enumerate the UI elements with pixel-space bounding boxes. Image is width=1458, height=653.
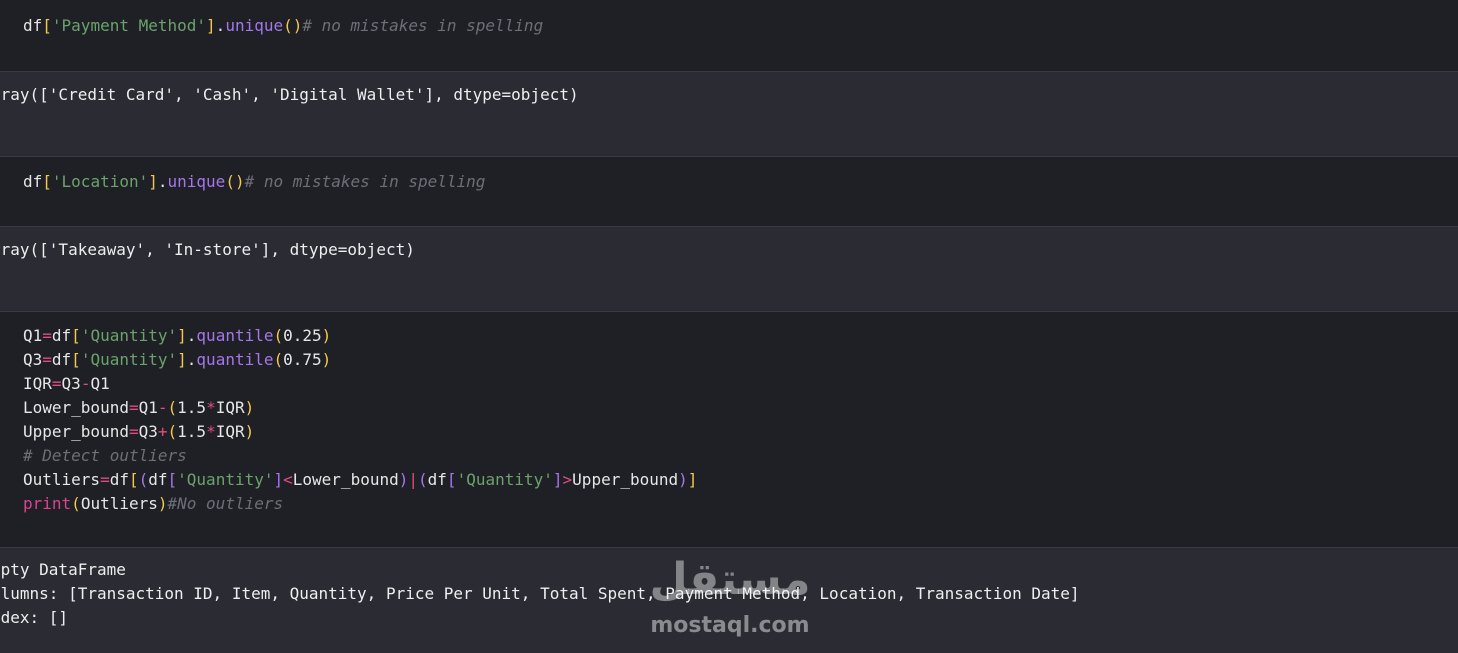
output-text: olumns: [Transaction ID, Item, Quantity,…	[0, 584, 1080, 603]
output-cell-payment-method: rray(['Credit Card', 'Cash', 'Digital Wa…	[0, 71, 1458, 156]
output-text: rray(['Takeaway', 'In-store'], dtype=obj…	[0, 240, 415, 259]
code-line: IQR=Q3-Q1	[23, 374, 110, 393]
output-text: ndex: []	[0, 608, 69, 627]
code-cell-location[interactable]: df['Location'].unique()# no mistakes in …	[0, 156, 1458, 226]
output-text: rray(['Credit Card', 'Cash', 'Digital Wa…	[0, 85, 579, 104]
code-line: Outliers=df[(df['Quantity']<Lower_bound)…	[23, 470, 698, 489]
output-cell-location: rray(['Takeaway', 'In-store'], dtype=obj…	[0, 226, 1458, 311]
code-line: Q1=df['Quantity'].quantile(0.25)	[23, 326, 332, 345]
output-cell-outliers: mpty DataFrame olumns: [Transaction ID, …	[0, 547, 1458, 653]
code-line: Q3=df['Quantity'].quantile(0.75)	[23, 350, 332, 369]
code-line: df['Payment Method'].unique()# no mistak…	[23, 16, 544, 35]
code-line: Lower_bound=Q1-(1.5*IQR)	[23, 398, 255, 417]
output-text: mpty DataFrame	[0, 560, 126, 579]
code-line: print(Outliers)#No outliers	[23, 494, 284, 513]
code-line: # Detect outliers	[23, 446, 187, 465]
code-line: Upper_bound=Q3+(1.5*IQR)	[23, 422, 255, 441]
code-line: df['Location'].unique()# no mistakes in …	[23, 172, 486, 191]
code-cell-payment-method[interactable]: df['Payment Method'].unique()# no mistak…	[0, 0, 1458, 71]
code-cell-outliers[interactable]: Q1=df['Quantity'].quantile(0.25) Q3=df['…	[0, 311, 1458, 547]
